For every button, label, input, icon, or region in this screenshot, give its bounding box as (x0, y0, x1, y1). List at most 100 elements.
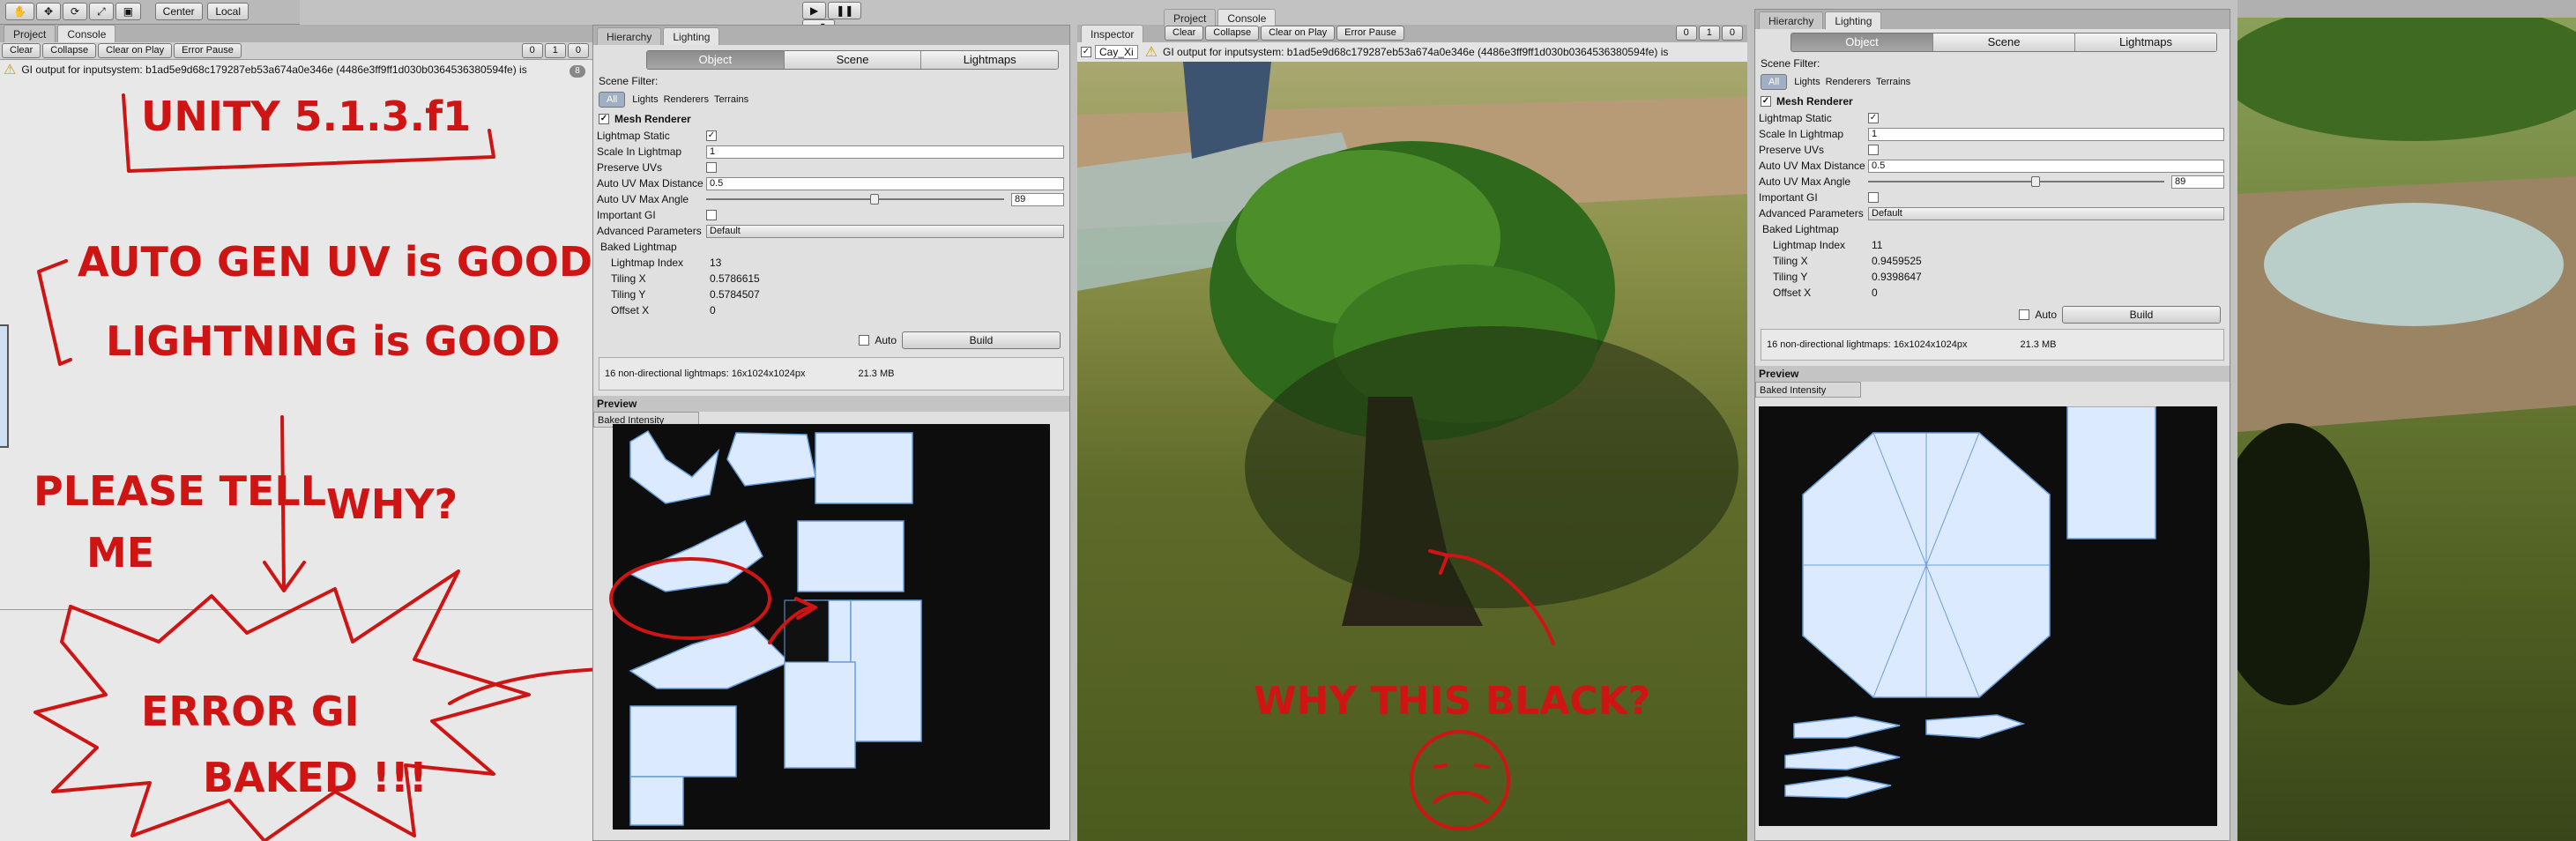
build-button[interactable]: Build (902, 331, 1061, 349)
lighting-left-row-checkbox[interactable] (706, 210, 717, 220)
preview-annotation-left (609, 557, 817, 644)
lighting-right-row-checkbox[interactable] (1868, 145, 1879, 155)
log-count-2[interactable]: 0 (1675, 26, 1697, 41)
baked-lightmap-header[interactable]: Baked Lightmap (593, 239, 1069, 255)
filter-lights[interactable]: Lights (632, 94, 658, 105)
scene-filter-buttons-2: All Lights Renderers Terrains (1755, 71, 2230, 93)
seg-object[interactable]: Object (647, 51, 785, 69)
tab-lighting[interactable]: Lighting (663, 27, 720, 45)
lighting-right-slider-thumb[interactable] (2030, 176, 2040, 187)
baked-intensity-dropdown-2[interactable]: Baked Intensity (1755, 382, 1861, 398)
error-count-2[interactable]: 0 (1721, 26, 1743, 41)
lighting-right-row-label: Auto UV Max Angle (1759, 175, 1851, 188)
filter-renderers-2[interactable]: Renderers (1826, 77, 1871, 87)
lighting-panel-left: Hierarchy Lighting Object Scene Lightmaps… (592, 25, 1070, 841)
lighting-left-baked-value: 0.5786615 (710, 272, 760, 285)
lighting-left-row-checkbox[interactable] (706, 162, 717, 173)
seg-scene[interactable]: Scene (784, 51, 922, 69)
mesh-renderer-header-2[interactable]: ✓ Mesh Renderer (1755, 93, 2230, 110)
lighting-right-baked-row: Tiling Y 0.9398647 (1755, 269, 2230, 285)
error-pause-button-2[interactable]: Error Pause (1336, 26, 1404, 41)
annotation-version: UNITY 5.1.3.f1 (141, 93, 471, 140)
lighting-left-baked-label: Tiling X (611, 272, 646, 285)
filter-terrains[interactable]: Terrains (714, 94, 748, 105)
object-name-field[interactable]: Cay_Xi (1095, 45, 1138, 59)
play-icon[interactable]: ▶ (802, 2, 827, 19)
tab-lighting-2[interactable]: Lighting (1825, 11, 1882, 29)
middle-message-row[interactable]: ✓ Cay_Xi ⚠ GI output for inputsystem: b1… (1077, 42, 1747, 62)
lighting-left-row-field[interactable]: 1 (706, 145, 1064, 159)
scene-viewport-middle[interactable]: WHY THIS BLACK? (1077, 62, 1747, 841)
build-button-2[interactable]: Build (2062, 306, 2221, 324)
collapse-button-2[interactable]: Collapse (1205, 26, 1260, 41)
tab-hierarchy-2[interactable]: Hierarchy (1759, 11, 1824, 29)
lightmap-info-size: 21.3 MB (858, 368, 895, 379)
left-console-panel: Project Console Clear Collapse Clear on P… (0, 25, 592, 841)
lighting-right-row-field[interactable]: Default (1868, 206, 2224, 220)
mesh-renderer-checkbox[interactable]: ✓ (599, 114, 609, 124)
auto-checkbox[interactable] (859, 335, 870, 346)
lighting-right-baked-label: Lightmap Index (1773, 239, 1846, 251)
pivot-local-button[interactable]: Local (207, 3, 249, 20)
seg-lightmaps[interactable]: Lightmaps (921, 51, 1058, 69)
lighting-right-row-checkbox[interactable]: ✓ (1868, 113, 1879, 123)
annotation-line1: AUTO GEN UV is GOOD (78, 238, 592, 286)
middle-console-tabs: Project Console (1164, 9, 1516, 26)
filter-renderers[interactable]: Renderers (664, 94, 709, 105)
pivot-center-button[interactable]: Center (154, 3, 203, 20)
lighting-right-row-field[interactable]: 89 (2171, 175, 2224, 189)
lighting-left-row-checkbox[interactable]: ✓ (706, 130, 717, 141)
lighting-right-row: Important GI (1755, 190, 2230, 205)
lighting-left-row-field[interactable]: Default (706, 224, 1064, 238)
lighting-left-row-label: Preserve UVs (597, 161, 663, 174)
clear-on-play-button-2[interactable]: Clear on Play (1261, 26, 1336, 41)
lighting-left-baked-row: Lightmap Index 13 (593, 255, 1069, 271)
baked-lightmap-header-2[interactable]: Baked Lightmap (1755, 221, 2230, 237)
scene-filter-label: Scene Filter: (599, 75, 659, 87)
mesh-renderer-checkbox-2[interactable]: ✓ (1761, 96, 1771, 107)
mesh-renderer-title-2: Mesh Renderer (1776, 95, 1853, 108)
filter-lights-2[interactable]: Lights (1794, 77, 1820, 87)
lighting-right-row-field[interactable]: 1 (1868, 127, 2224, 141)
tab-inspector[interactable]: Inspector (1081, 25, 1144, 42)
lightmap-preview-right (1759, 406, 2217, 826)
tab-project-2[interactable]: Project (1164, 9, 1217, 26)
seg-lightmaps-2[interactable]: Lightmaps (2075, 33, 2216, 51)
lighting-right-slider-track[interactable] (1868, 176, 2164, 187)
lighting-left-row-field[interactable]: 89 (1011, 192, 1064, 206)
tab-hierarchy[interactable]: Hierarchy (597, 27, 662, 45)
lighting-left-slider-thumb[interactable] (869, 194, 879, 205)
seg-scene-2[interactable]: Scene (1933, 33, 2075, 51)
rotate-tool-icon[interactable]: ⟳ (63, 3, 88, 20)
warning-count-2[interactable]: 1 (1698, 26, 1720, 41)
clear-button-2[interactable]: Clear (1165, 26, 1204, 41)
lighting-right-row-field[interactable]: 0.5 (1868, 159, 2224, 173)
lighting-left-row-label: Scale In Lightmap (597, 145, 682, 158)
lighting-panel-right: Hierarchy Lighting Object Scene Lightmaps… (1754, 9, 2230, 841)
tab-console-2[interactable]: Console (1217, 9, 1277, 26)
hand-tool-icon[interactable]: ✋ (5, 3, 34, 20)
annotation-line2: LIGHTNING is GOOD (106, 317, 560, 365)
lighting-right-baked-value: 0.9459525 (1872, 255, 1922, 267)
auto-checkbox-2[interactable] (2019, 309, 2030, 320)
filter-terrains-2[interactable]: Terrains (1876, 77, 1910, 87)
mesh-renderer-title: Mesh Renderer (614, 113, 691, 125)
seg-object-2[interactable]: Object (1791, 33, 1933, 51)
object-active-checkbox[interactable]: ✓ (1081, 47, 1091, 57)
lighting-right-row-checkbox[interactable] (1868, 192, 1879, 203)
filter-all-2[interactable]: All (1761, 74, 1788, 90)
rect-tool-icon[interactable]: ▣ (115, 3, 142, 20)
scale-tool-icon[interactable]: ⤢ (89, 3, 114, 20)
lighting-right-row: Auto UV Max Angle 89 (1755, 174, 2230, 190)
lighting-left-row-field[interactable]: 0.5 (706, 176, 1064, 190)
move-tool-icon[interactable]: ✥ (35, 3, 62, 20)
scene-viewport-right[interactable] (2237, 18, 2576, 841)
pause-icon[interactable]: ❚❚ (828, 2, 862, 19)
lighting-left-slider-track[interactable] (706, 194, 1004, 205)
lighting-left-baked-row: Offset X 0 (593, 302, 1069, 318)
lighting-left-segment: Object Scene Lightmaps (646, 50, 1059, 70)
uv-layout-right (1784, 406, 2156, 799)
filter-all[interactable]: All (599, 92, 626, 108)
mesh-renderer-header[interactable]: ✓ Mesh Renderer (593, 110, 1069, 128)
lighting-left-baked-row: Tiling Y 0.5784507 (593, 287, 1069, 302)
